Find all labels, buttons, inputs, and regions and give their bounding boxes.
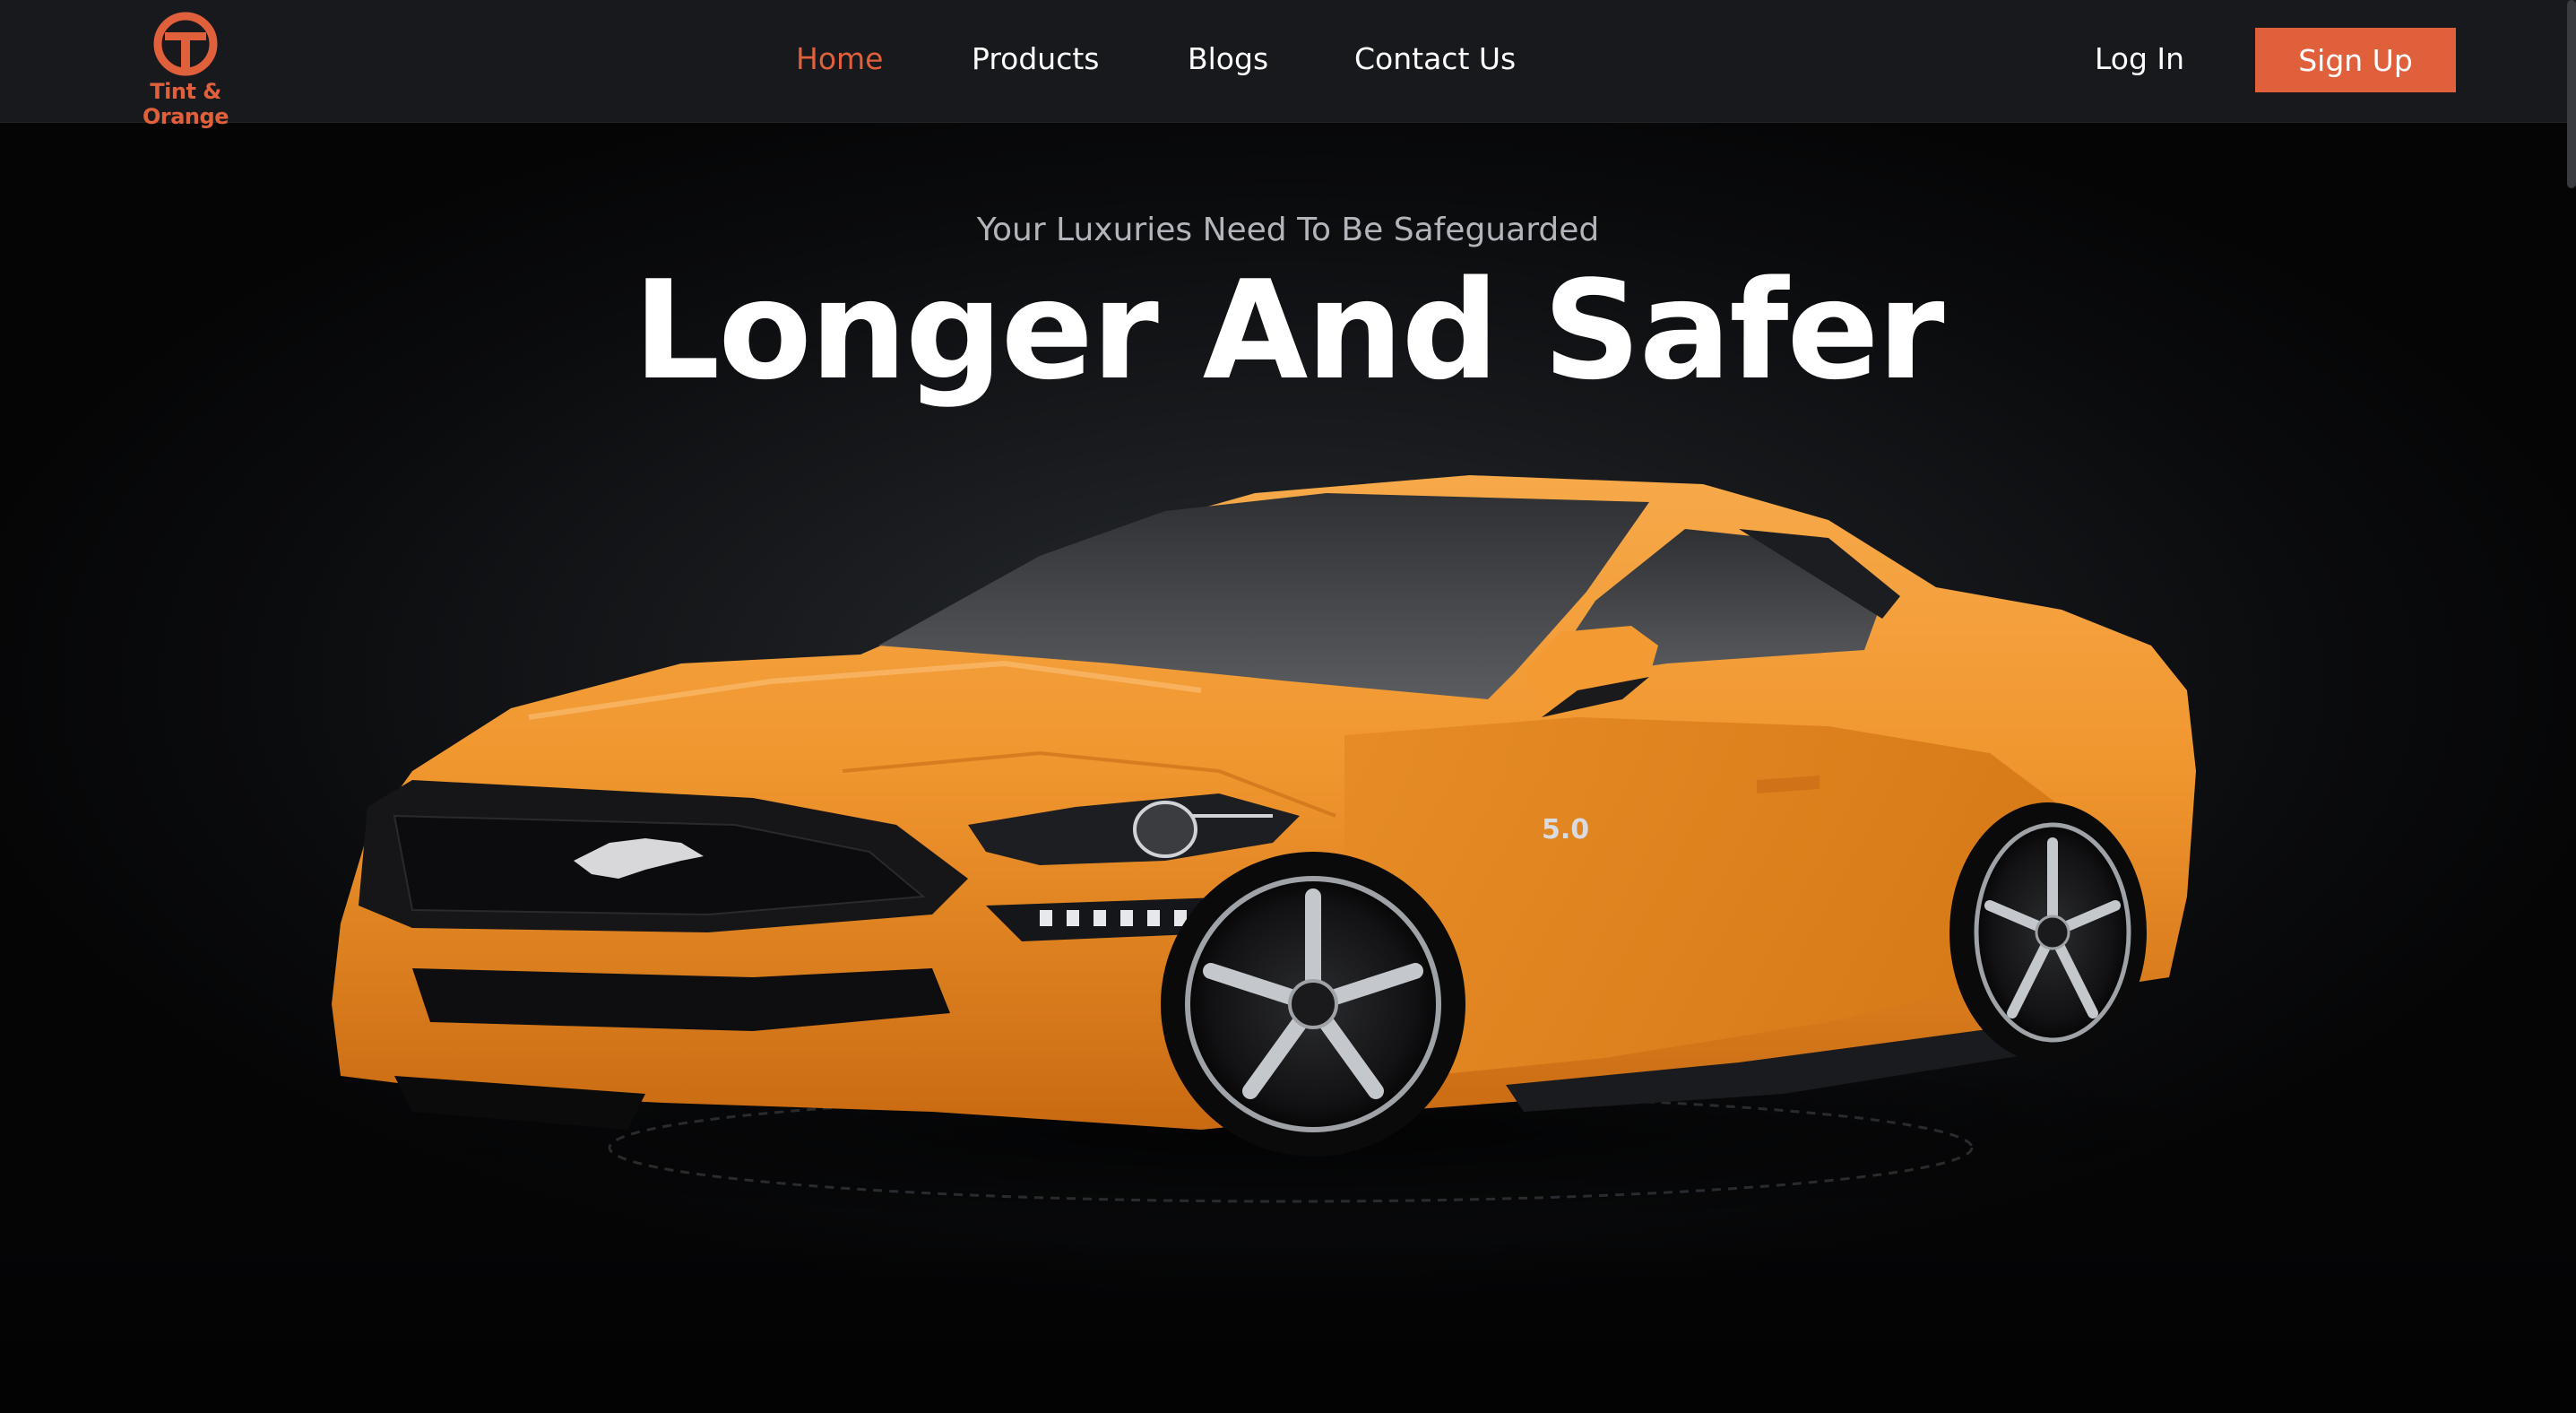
login-link[interactable]: Log In <box>2095 41 2184 76</box>
nav-blogs[interactable]: Blogs <box>1188 41 1268 76</box>
nav-home[interactable]: Home <box>796 41 883 76</box>
landing-page: Tint & Orange Home Products Blogs Contac… <box>0 0 2576 1413</box>
nav-contact-us[interactable]: Contact Us <box>1354 41 1516 76</box>
car-badge: 5.0 <box>1542 814 1589 845</box>
hero-headline: Longer And Safer <box>633 251 1944 410</box>
page-scrollbar[interactable] <box>2567 0 2576 188</box>
t-circle-logo-icon <box>153 12 218 76</box>
hero-car-image: 5.0 <box>323 475 2259 1228</box>
brand-name: Tint & Orange <box>143 79 229 129</box>
signup-button[interactable]: Sign Up <box>2255 28 2456 92</box>
site-header: Tint & Orange Home Products Blogs Contac… <box>0 0 2576 129</box>
nav-products[interactable]: Products <box>972 41 1100 76</box>
floor-gradient <box>0 1237 2576 1413</box>
brand-logo[interactable]: Tint & Orange <box>109 11 262 129</box>
hero-subtitle: Your Luxuries Need To Be Safeguarded <box>976 212 1600 248</box>
